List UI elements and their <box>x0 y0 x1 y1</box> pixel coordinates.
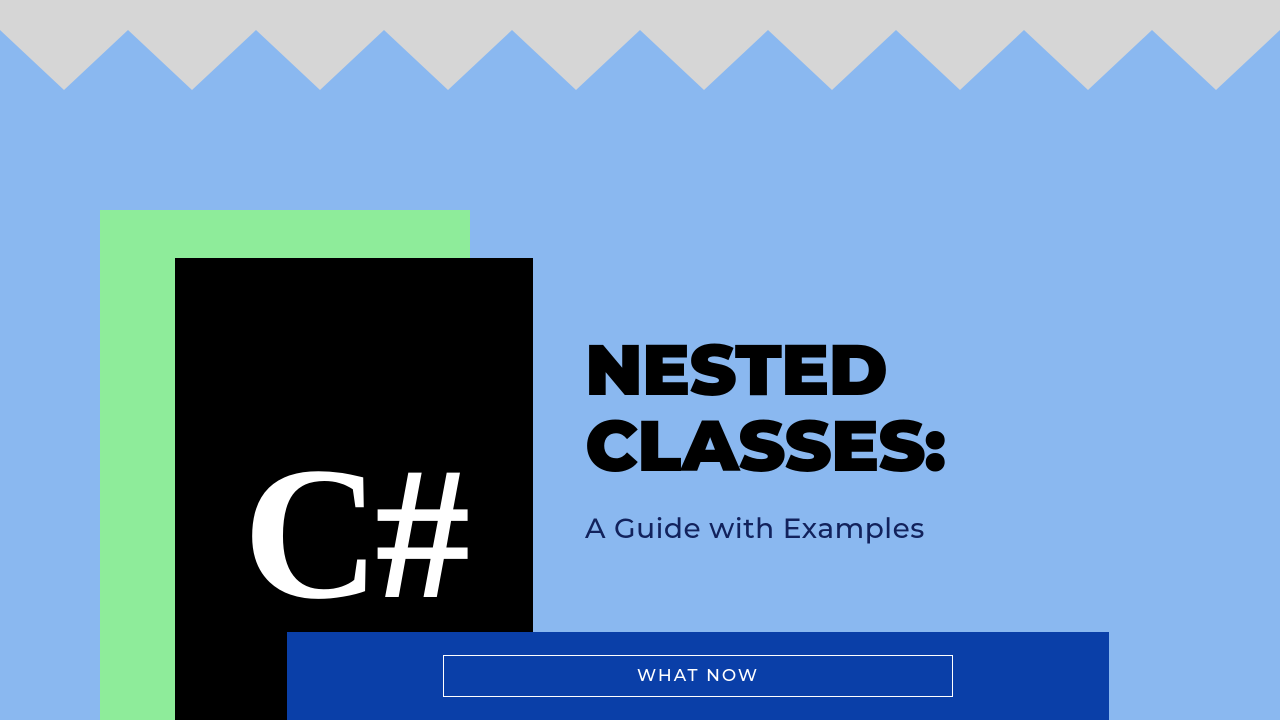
zigzag-border <box>0 0 1280 90</box>
title-line-1: NESTED <box>585 333 945 409</box>
title-line-2: CLASSES: <box>585 409 945 485</box>
cta-button[interactable]: WHAT NOW <box>443 655 953 697</box>
text-block: NESTED CLASSES: A Guide with Examples <box>585 333 945 546</box>
csharp-logo: C# <box>243 425 465 643</box>
page-title: NESTED CLASSES: <box>585 333 945 484</box>
subtitle: A Guide with Examples <box>585 512 945 546</box>
cta-bar: WHAT NOW <box>287 632 1109 720</box>
